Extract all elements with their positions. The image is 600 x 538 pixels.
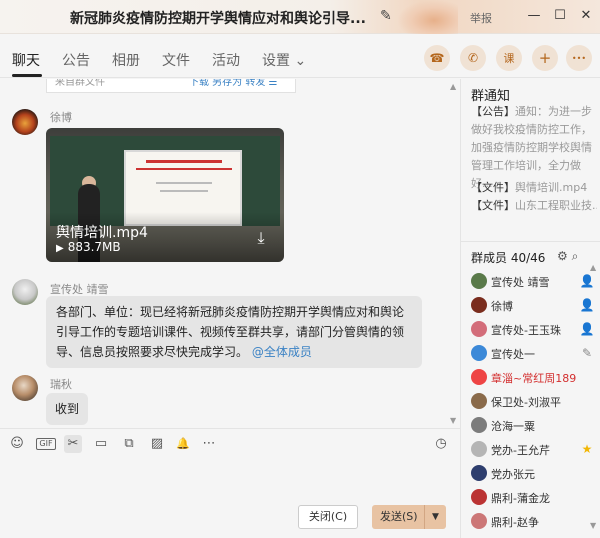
avatar[interactable] bbox=[12, 375, 38, 401]
scroll-up-icon[interactable]: ▲ bbox=[450, 82, 456, 91]
file-source: 来自群文件 bbox=[55, 79, 105, 88]
tab-settings[interactable]: 设置 ⌄ bbox=[262, 50, 306, 70]
member-item[interactable]: 沧海一粟 bbox=[471, 415, 597, 437]
member-avatar bbox=[471, 297, 487, 313]
member-name: 党办-王允芹 bbox=[491, 444, 550, 457]
member-item[interactable]: 宣传处 靖雪 👤 bbox=[471, 271, 597, 293]
video-message[interactable]: 舆情培训.mp4 ▶ 883.7MB ⤓ bbox=[46, 128, 284, 262]
member-avatar bbox=[471, 369, 487, 385]
members-scrollbar[interactable]: ▲ ▼ bbox=[590, 263, 600, 533]
member-name: 徐博 bbox=[491, 300, 513, 313]
add-app-icon[interactable]: + bbox=[532, 45, 558, 71]
mention-all[interactable]: @全体成员 bbox=[252, 345, 312, 359]
input-area: ☺ GIF ✂ ▭ ⧉ ▨ 🔔 ⋯ ◷ 关闭(C) 发送(S) ▼ bbox=[0, 428, 460, 538]
send-button[interactable]: 发送(S) ▼ bbox=[372, 505, 446, 529]
member-name: 鼎利-赵争 bbox=[491, 516, 539, 529]
scroll-down-icon[interactable]: ▼ bbox=[450, 416, 456, 425]
member-name: 章淄~常红周18954 bbox=[491, 372, 577, 385]
video-file-size: ▶ 883.7MB bbox=[56, 240, 121, 254]
tab-activities[interactable]: 活动 bbox=[212, 50, 240, 70]
scroll-down-icon[interactable]: ▼ bbox=[590, 521, 596, 530]
screenshot-icon[interactable]: ⧉ bbox=[120, 435, 138, 453]
tab-bar: 聊天 公告 相册 文件 活动 设置 ⌄ ☎ ✆ 课 + ••• bbox=[0, 34, 600, 78]
send-label: 发送(S) bbox=[380, 510, 418, 523]
member-avatar bbox=[471, 393, 487, 409]
member-avatar bbox=[471, 273, 487, 289]
member-item[interactable]: 鼎利-蒲金龙 bbox=[471, 487, 597, 509]
scissors-icon[interactable]: ✂ bbox=[64, 435, 82, 453]
member-avatar bbox=[471, 417, 487, 433]
emoji-icon[interactable]: ☺ bbox=[8, 435, 26, 453]
member-avatar bbox=[471, 345, 487, 361]
minimize-icon[interactable]: — bbox=[526, 8, 542, 24]
member-avatar bbox=[471, 489, 487, 505]
member-name: 沧海一粟 bbox=[491, 420, 535, 433]
chat-scrollbar[interactable]: ▲ ▼ bbox=[450, 80, 460, 428]
more-icon[interactable]: ••• bbox=[566, 45, 592, 71]
close-icon[interactable]: ✕ bbox=[578, 8, 594, 24]
tab-files[interactable]: 文件 bbox=[162, 50, 190, 70]
message-bubble: 收到 bbox=[46, 393, 88, 425]
member-name: 宣传处一 bbox=[491, 348, 535, 361]
tab-album[interactable]: 相册 bbox=[112, 50, 140, 70]
send-options-icon[interactable]: ▼ bbox=[424, 505, 446, 529]
close-button[interactable]: 关闭(C) bbox=[298, 505, 358, 529]
title-bar: 新冠肺炎疫情防控期开学舆情应对和舆论引导... ✎ 举报 — ☐ ✕ bbox=[0, 0, 600, 34]
member-name: 鼎利-蒲金龙 bbox=[491, 492, 550, 505]
download-icon[interactable]: ⤓ bbox=[250, 228, 272, 250]
course-icon[interactable]: 课 bbox=[496, 45, 522, 71]
member-avatar bbox=[471, 321, 487, 337]
video-file-name: 舆情培训.mp4 bbox=[56, 225, 148, 241]
group-sidebar: 群通知 【公告】通知：为进一步做好我校疫情防控工作，加强疫情防控期学校舆情管理工… bbox=[460, 79, 600, 538]
member-avatar bbox=[471, 441, 487, 457]
message-bubble: 各部门、单位：现已经将新冠肺炎疫情防控期开学舆情应对和舆论引导工作的专题培训课件… bbox=[46, 296, 422, 368]
member-item[interactable]: 党办张元 bbox=[471, 463, 597, 485]
more-tools-icon[interactable]: ⋯ bbox=[200, 435, 218, 453]
scroll-up-icon[interactable]: ▲ bbox=[590, 263, 596, 272]
sender-name: 宣传处 靖雪 bbox=[50, 283, 109, 296]
maximize-icon[interactable]: ☐ bbox=[552, 8, 568, 24]
file-actions[interactable]: 下载 另存为 转发 ☰ bbox=[189, 79, 278, 88]
member-item[interactable]: 宣传处一 ✎ bbox=[471, 343, 597, 365]
history-icon[interactable]: ◷ bbox=[432, 435, 450, 453]
member-item[interactable]: 章淄~常红周18954 bbox=[471, 367, 597, 389]
member-item[interactable]: 党办-王允芹 ★ bbox=[471, 439, 597, 461]
avatar[interactable] bbox=[12, 279, 38, 305]
member-item[interactable]: 徐博 👤 bbox=[471, 295, 597, 317]
active-tab-indicator bbox=[12, 74, 42, 77]
folder-icon[interactable]: ▭ bbox=[92, 435, 110, 453]
gif-icon[interactable]: GIF bbox=[36, 438, 56, 450]
title-decoration bbox=[398, 0, 458, 34]
edit-title-icon[interactable]: ✎ bbox=[380, 8, 392, 24]
member-avatar bbox=[471, 513, 487, 529]
member-item[interactable]: 鼎利-赵争 bbox=[471, 511, 597, 533]
report-button[interactable]: 举报 bbox=[470, 10, 492, 26]
group-file-item[interactable]: 【文件】舆情培训.mp4 bbox=[471, 179, 597, 195]
member-name: 保卫处-刘淑平 bbox=[491, 396, 561, 409]
bell-icon[interactable]: 🔔 bbox=[174, 435, 192, 453]
members-tools-icon[interactable]: ⚙ ⌕ bbox=[557, 249, 578, 264]
member-name: 宣传处 靖雪 bbox=[491, 276, 550, 289]
file-action-bar: 来自群文件 下载 另存为 转发 ☰ bbox=[46, 79, 296, 93]
sender-name: 徐博 bbox=[50, 111, 72, 124]
image-icon[interactable]: ▨ bbox=[148, 435, 166, 453]
play-icon: ▶ bbox=[56, 243, 64, 254]
group-file-item[interactable]: 【文件】山东工程职业技... bbox=[471, 197, 597, 213]
sidebar-divider bbox=[461, 241, 600, 242]
member-name: 宣传处-王玉珠 bbox=[491, 324, 561, 337]
members-count: 群成员 40/46 bbox=[471, 251, 546, 265]
member-item[interactable]: 保卫处-刘淑平 bbox=[471, 391, 597, 413]
tab-chat[interactable]: 聊天 bbox=[12, 50, 40, 70]
member-name: 党办张元 bbox=[491, 468, 535, 481]
video-call-icon[interactable]: ✆ bbox=[460, 45, 486, 71]
tab-announcements[interactable]: 公告 bbox=[62, 50, 90, 70]
chat-area: 来自群文件 下载 另存为 转发 ☰ 徐博 舆情培训.mp4 ▶ 883.7MB ⤓… bbox=[0, 79, 460, 428]
member-item[interactable]: 宣传处-王玉珠 👤 bbox=[471, 319, 597, 341]
phone-icon[interactable]: ☎ bbox=[424, 45, 450, 71]
window-title: 新冠肺炎疫情防控期开学舆情应对和舆论引导... bbox=[70, 11, 366, 27]
sender-name: 瑞秋 bbox=[50, 378, 72, 391]
member-avatar bbox=[471, 465, 487, 481]
notice-title: 群通知 bbox=[471, 89, 511, 104]
avatar[interactable] bbox=[12, 109, 38, 135]
